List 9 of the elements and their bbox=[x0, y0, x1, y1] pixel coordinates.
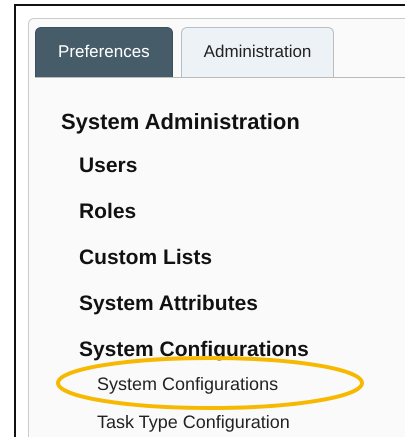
tab[interactable]: Preferences bbox=[35, 27, 173, 77]
tab[interactable]: Administration bbox=[180, 27, 334, 77]
menu-item[interactable]: System Attributes bbox=[79, 288, 258, 320]
menu-item[interactable]: Custom Lists bbox=[79, 242, 212, 274]
menu-item[interactable]: Roles bbox=[79, 196, 136, 228]
menu-item[interactable]: System Configurations bbox=[79, 334, 309, 366]
menu-item[interactable]: Users bbox=[79, 150, 138, 182]
section-heading: System Administration bbox=[61, 108, 300, 136]
submenu-link[interactable]: Task Type Configuration bbox=[97, 412, 290, 432]
